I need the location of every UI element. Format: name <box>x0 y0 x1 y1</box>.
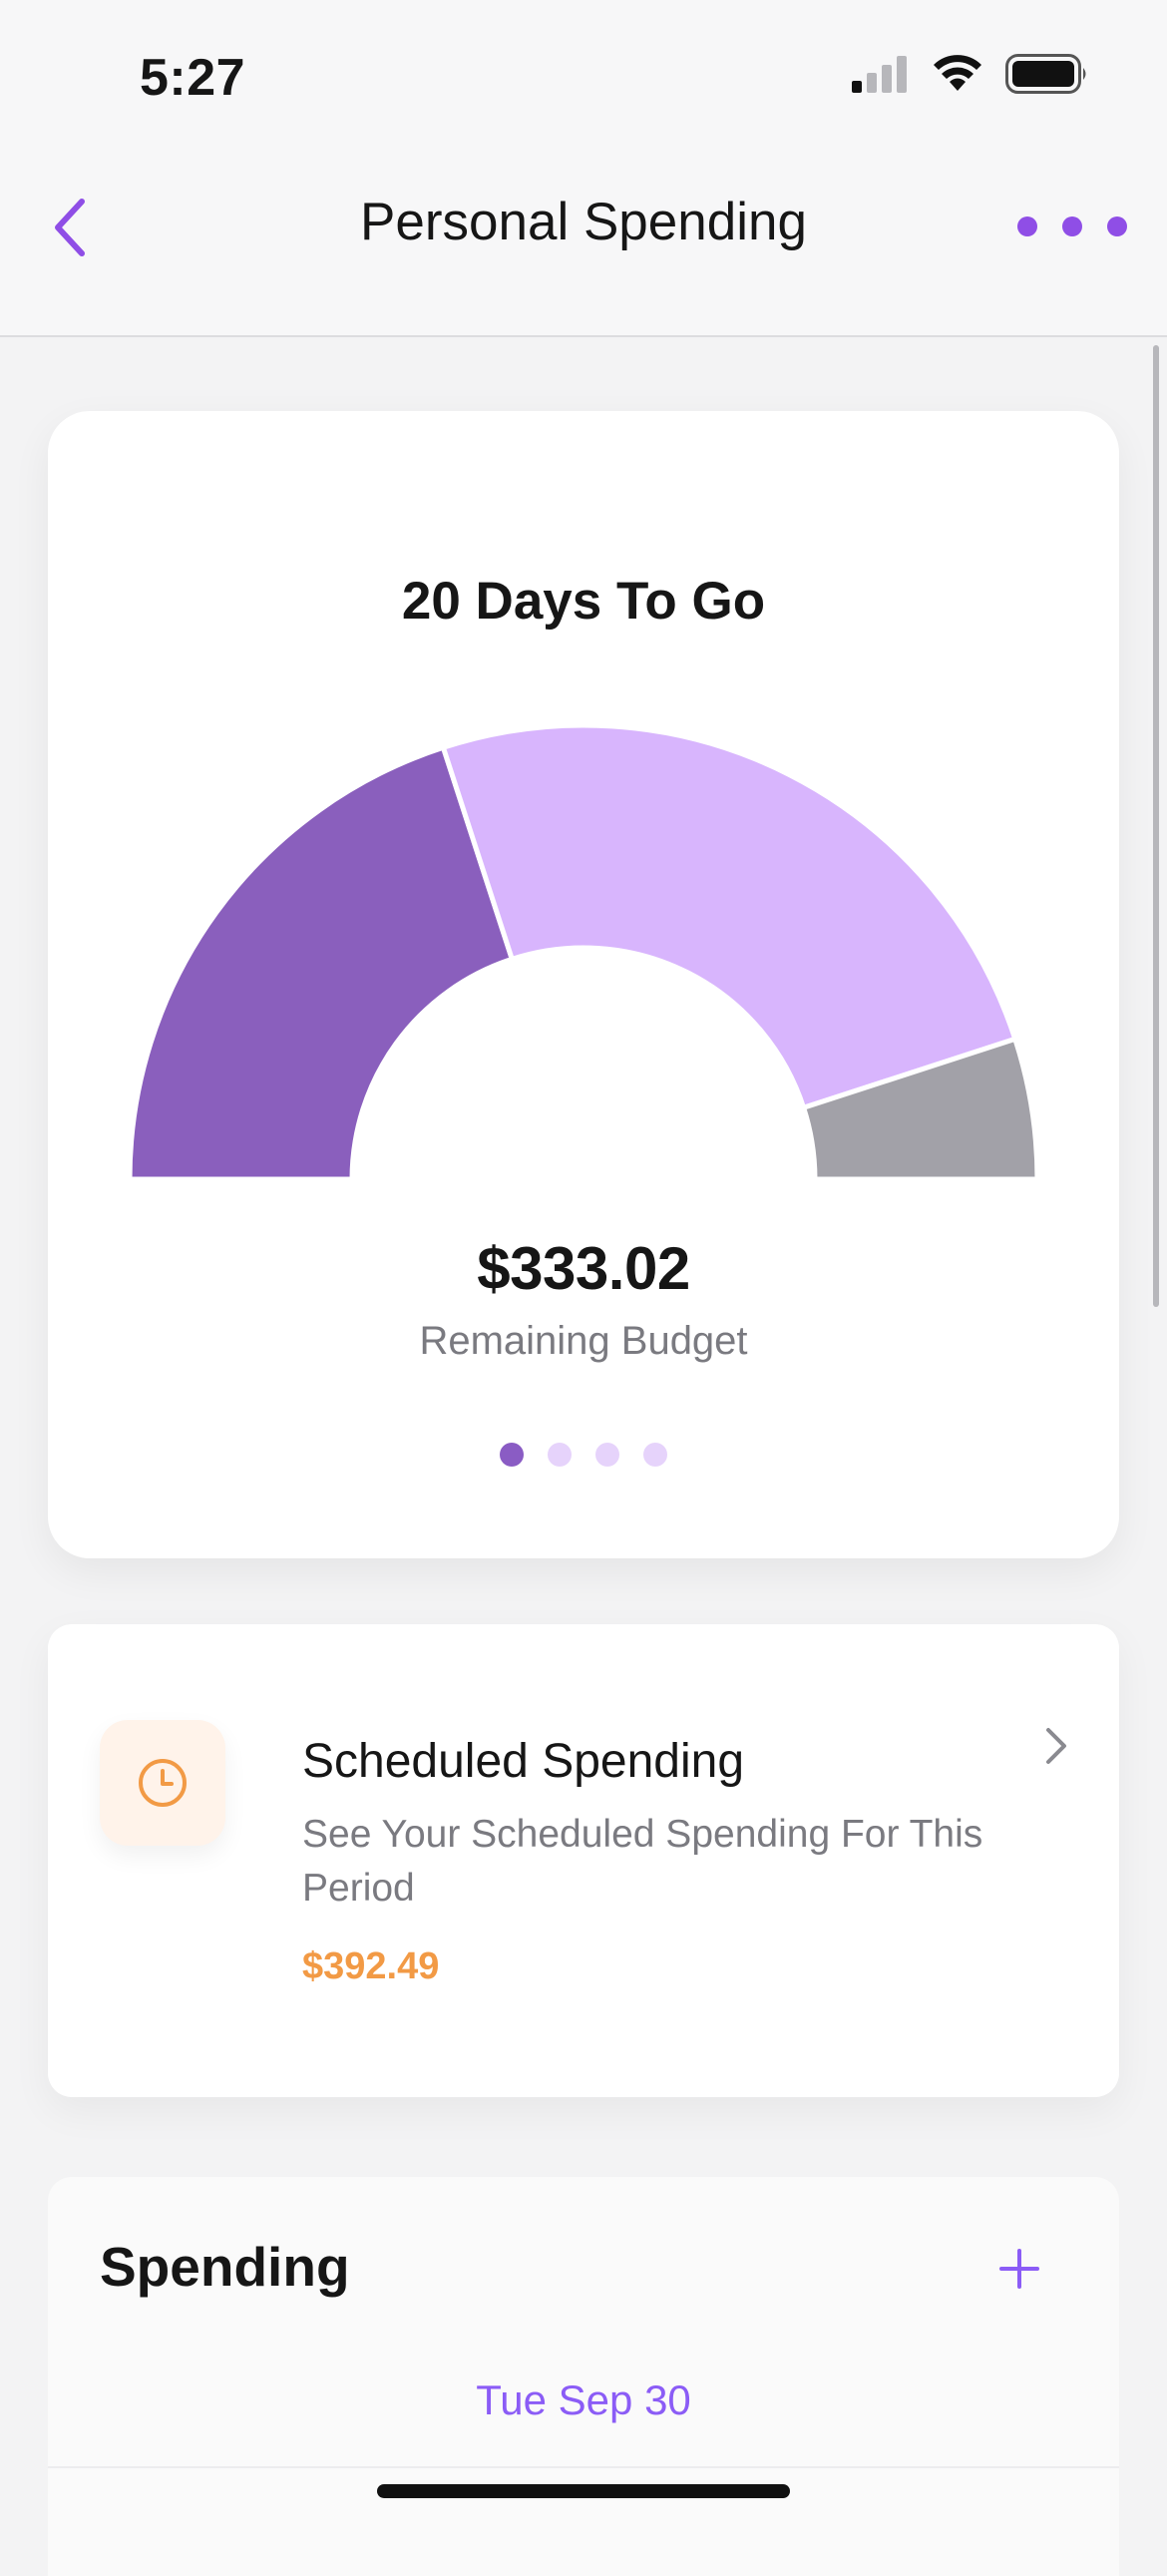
spending-section: Spending Tue Sep 30 <box>48 2177 1119 2576</box>
scheduled-icon-badge <box>100 1720 225 1846</box>
home-indicator[interactable] <box>377 2484 790 2498</box>
clock-icon <box>139 1759 187 1807</box>
status-time: 5:27 <box>140 49 246 107</box>
ellipsis-icon <box>1017 216 1037 236</box>
gauge-spent-segment <box>127 744 516 1182</box>
scheduled-spending-card[interactable]: Scheduled Spending See Your Scheduled Sp… <box>48 1624 1119 2097</box>
page-title: Personal Spending <box>360 193 807 251</box>
add-spending-button[interactable] <box>989 2239 1049 2299</box>
scroll-indicator[interactable] <box>1153 345 1159 1307</box>
page-dot[interactable] <box>500 1443 524 1467</box>
budget-gauge-chart <box>127 722 1040 1182</box>
remaining-budget-amount: $333.02 <box>477 1235 690 1302</box>
page-indicator[interactable] <box>48 1443 1119 1467</box>
scheduled-spending-amount: $392.49 <box>302 1945 440 1987</box>
plus-icon <box>999 2249 1039 2289</box>
remaining-budget-label: Remaining Budget <box>419 1319 748 1363</box>
wifi-icon <box>934 55 981 91</box>
page-dot[interactable] <box>595 1443 619 1467</box>
budget-summary-card[interactable]: 20 Days To Go $333.02 Remaining Budget <box>48 411 1119 1558</box>
spending-title: Spending <box>100 2236 350 2298</box>
cellular-signal-icon <box>852 56 907 93</box>
scheduled-spending-title: Scheduled Spending <box>302 1735 745 1788</box>
divider <box>48 2466 1119 2468</box>
page-dot[interactable] <box>643 1443 667 1467</box>
status-bar: 5:27 <box>0 0 1167 150</box>
spending-date-header: Tue Sep 30 <box>476 2376 691 2423</box>
more-options-button[interactable] <box>1017 202 1127 251</box>
nav-bar: Personal Spending <box>0 150 1167 337</box>
status-icons <box>852 54 1089 94</box>
page-dot[interactable] <box>548 1443 572 1467</box>
chevron-right-icon <box>1046 1728 1066 1764</box>
battery-icon <box>1005 54 1086 94</box>
gauge-scheduled-segment <box>440 722 1018 1111</box>
scheduled-spending-description: See Your Scheduled Spending For This Per… <box>302 1813 983 1910</box>
